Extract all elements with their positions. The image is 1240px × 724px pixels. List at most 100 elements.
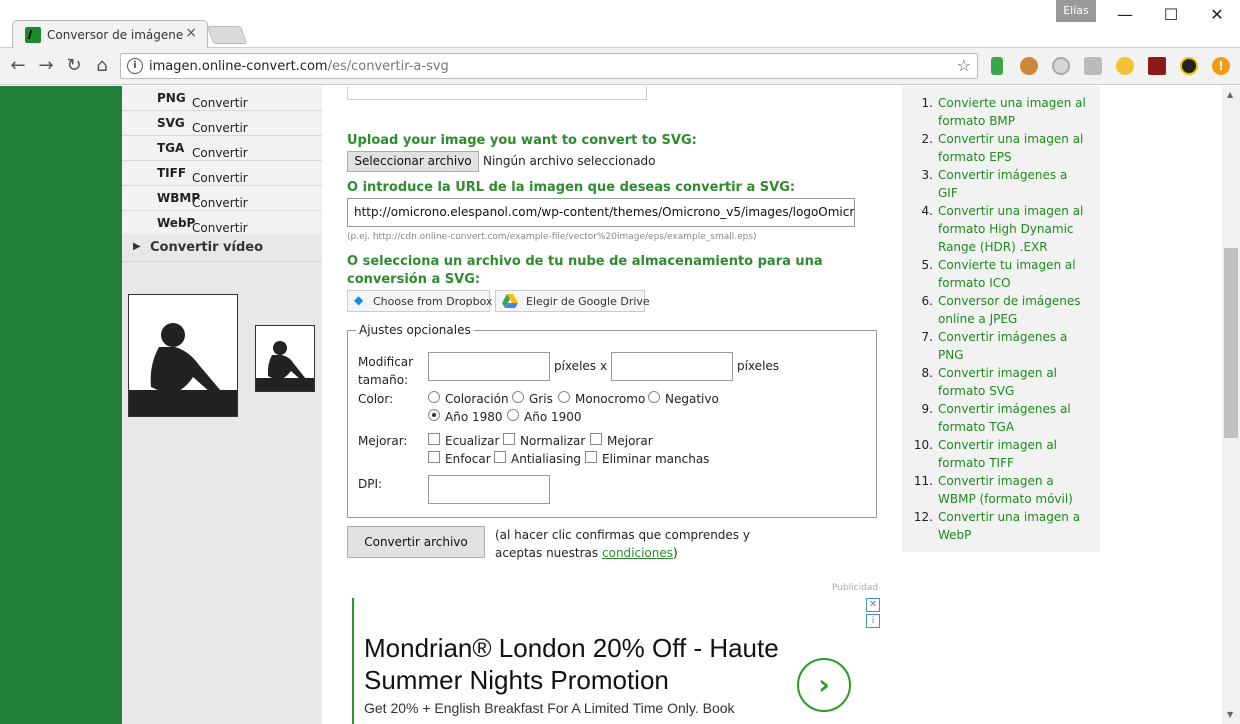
select-file-button[interactable]: Seleccionar archivo (347, 151, 479, 172)
close-window-button[interactable]: ✕ (1194, 0, 1240, 30)
comment-icon[interactable] (1084, 57, 1102, 75)
format-list-item[interactable]: 11. Convertir imagen a WBMP (formato móvi… (902, 472, 1100, 508)
improve-checkbox-enfocar[interactable] (428, 451, 440, 463)
info-icon[interactable]: i (127, 58, 143, 74)
format-list-item[interactable]: 3. Convertir imágenes a GIF (902, 166, 1100, 202)
improve-checkbox-eliminar-manchas[interactable] (585, 451, 597, 463)
format-list-link[interactable]: Convierte una imagen al formato BMP (938, 96, 1086, 128)
format-list-item[interactable]: 1. Convierte una imagen al formato BMP (902, 94, 1100, 130)
terms-link[interactable]: condiciones (602, 546, 673, 560)
dropbox-icon: ◆ (354, 293, 364, 307)
color-radio-1900[interactable] (507, 409, 519, 421)
width-input[interactable] (428, 352, 550, 381)
improve-checkbox-ecualizar[interactable] (428, 433, 440, 445)
format-list-item[interactable]: 6. Conversor de imágenes online a JPEG (902, 292, 1100, 328)
url-input[interactable]: http://omicrono.elespanol.com/wp-content… (347, 198, 855, 227)
color-radio-negativo[interactable] (648, 391, 660, 403)
back-icon[interactable]: ← (6, 54, 30, 78)
url-path: /es/convertir-a-svg (327, 59, 449, 74)
sidebar-item-tiff[interactable]: Convertir a TIFF (122, 161, 322, 199)
ad-banner[interactable]: ✕ i Mondrian® London 20% Off - Haute Sum… (352, 598, 880, 724)
format-list-link[interactable]: Convertir imágenes a PNG (938, 330, 1067, 362)
cookie-icon[interactable] (1020, 57, 1038, 75)
address-bar[interactable]: i imagen.online-convert.com/es/convertir… (120, 53, 978, 79)
format-list-link[interactable]: Convertir imágenes a GIF (938, 168, 1067, 200)
color-radio-monocromo[interactable] (558, 391, 570, 403)
format-list-link[interactable]: Convertir una imagen al formato EPS (938, 132, 1083, 164)
dropbox-label: Choose from Dropbox (373, 295, 493, 308)
color-radio-1980[interactable] (428, 409, 440, 421)
format-list-item[interactable]: 2. Convertir una imagen al formato EPS (902, 130, 1100, 166)
ad-title[interactable]: Mondrian® London 20% Off - Haute Summer … (364, 632, 794, 696)
ad-info-icon[interactable]: i (866, 614, 880, 628)
improve-checkbox-antialiasing[interactable] (494, 451, 506, 463)
format-list-link[interactable]: Convierte tu imagen al formato ICO (938, 258, 1076, 290)
sidebar-item-video[interactable]: ▶ Convertir vídeo (122, 234, 322, 262)
color-radio-gris[interactable] (512, 391, 524, 403)
emoji-icon[interactable] (1116, 57, 1134, 75)
format-list-link[interactable]: Conversor de imágenes online a JPEG (938, 294, 1081, 326)
dpi-input[interactable] (428, 475, 550, 504)
reload-icon[interactable]: ↻ (62, 54, 86, 78)
format-list: 1. Convierte una imagen al formato BMP 2. C… (902, 94, 1100, 544)
scrollbar-thumb[interactable] (1224, 248, 1238, 438)
tab-close-icon[interactable]: × (185, 25, 197, 41)
title-bar: Conversor de imágenes SVG × Elías — ☐ ✕ (0, 0, 1240, 49)
format-list-item[interactable]: 5. Convierte tu imagen al formato ICO (902, 256, 1100, 292)
maximize-button[interactable]: ☐ (1148, 0, 1194, 30)
color-radio-coloracion[interactable] (428, 391, 440, 403)
format-list-link[interactable]: Convertir una imagen al formato High Dyn… (938, 204, 1083, 254)
bookmark-star-icon[interactable]: ☆ (957, 56, 971, 75)
format-list-item[interactable]: 4. Convertir una imagen al formato High D… (902, 202, 1100, 256)
ad-close-icon[interactable]: ✕ (866, 598, 880, 612)
format-list-link[interactable]: Convertir imágenes al formato TGA (938, 402, 1071, 434)
example-images (122, 282, 322, 427)
scroll-up-arrow-icon[interactable]: ▲ (1227, 90, 1233, 99)
sidebar-item-format: WebP (157, 216, 196, 230)
vertical-scrollbar[interactable]: ▲ ▼ (1222, 86, 1240, 724)
profile-badge[interactable]: Elías (1056, 0, 1096, 22)
new-tab-button[interactable] (206, 26, 248, 44)
sidebar-item-tga[interactable]: Convertir a TGA (122, 136, 322, 174)
sidebar-item-format: TIFF (157, 166, 187, 180)
forward-icon[interactable]: → (34, 54, 58, 78)
sidebar-item-wbmp[interactable]: Convertir a WBMP (122, 186, 322, 224)
alert-icon[interactable]: ! (1212, 57, 1230, 75)
improve-label: Mejorar: (358, 434, 408, 448)
tab-title: Conversor de imágenes SVG (47, 28, 183, 42)
format-list-item[interactable]: 9. Convertir imágenes al formato TGA (902, 400, 1100, 436)
format-list-link[interactable]: Convertir una imagen a WebP (938, 510, 1080, 542)
left-sidebar: Convertir a PNG Convertir a SVG Converti… (122, 86, 322, 724)
format-list-link[interactable]: Convertir imagen a WBMP (formato móvil) (938, 474, 1073, 506)
convert-file-button[interactable]: Convertir archivo (347, 526, 485, 558)
sidebar-item-svg[interactable]: Convertir a SVG (122, 111, 322, 149)
example-image-original (128, 294, 238, 417)
times-label: x (600, 359, 608, 373)
height-input[interactable] (611, 352, 733, 381)
browser-toolbar: ← → ↻ ⌂ i imagen.online-convert.com/es/c… (0, 48, 1240, 85)
left-green-band (0, 86, 122, 724)
color-option-label: Monocromo (575, 392, 646, 406)
format-list-item[interactable]: 7. Convertir imágenes a PNG (902, 328, 1100, 364)
home-icon[interactable]: ⌂ (90, 54, 114, 78)
format-list-link[interactable]: Convertir imagen al formato TIFF (938, 438, 1057, 470)
scroll-down-arrow-icon[interactable]: ▼ (1227, 710, 1233, 719)
sidebar-item-png[interactable]: Convertir a PNG (122, 86, 322, 124)
tab-active[interactable]: Conversor de imágenes SVG × (12, 20, 208, 49)
format-list-item[interactable]: 12. Convertir una imagen a WebP (902, 508, 1100, 544)
sidebar-item-webp[interactable]: Convertir a WebP (122, 211, 322, 249)
format-list-link[interactable]: Convertir imagen al formato SVG (938, 366, 1057, 398)
moon-icon[interactable] (1180, 57, 1198, 75)
url-host: imagen.online-convert.com (149, 59, 328, 74)
speed-icon[interactable] (1052, 57, 1070, 75)
format-list-item[interactable]: 8. Convertir imagen al formato SVG (902, 364, 1100, 400)
improve-checkbox-mejorar[interactable] (590, 433, 602, 445)
redbook-icon[interactable] (1148, 57, 1166, 75)
evernote-icon[interactable] (991, 57, 1003, 75)
improve-checkbox-normalizar[interactable] (503, 433, 515, 445)
format-list-item[interactable]: 10. Convertir imagen al formato TIFF (902, 436, 1100, 472)
dropbox-button[interactable]: ◆ Choose from Dropbox (347, 290, 493, 312)
google-drive-button[interactable]: Elegir de Google Drive (495, 290, 650, 312)
minimize-button[interactable]: — (1102, 0, 1148, 30)
ad-go-arrow-icon[interactable]: › (797, 658, 851, 712)
